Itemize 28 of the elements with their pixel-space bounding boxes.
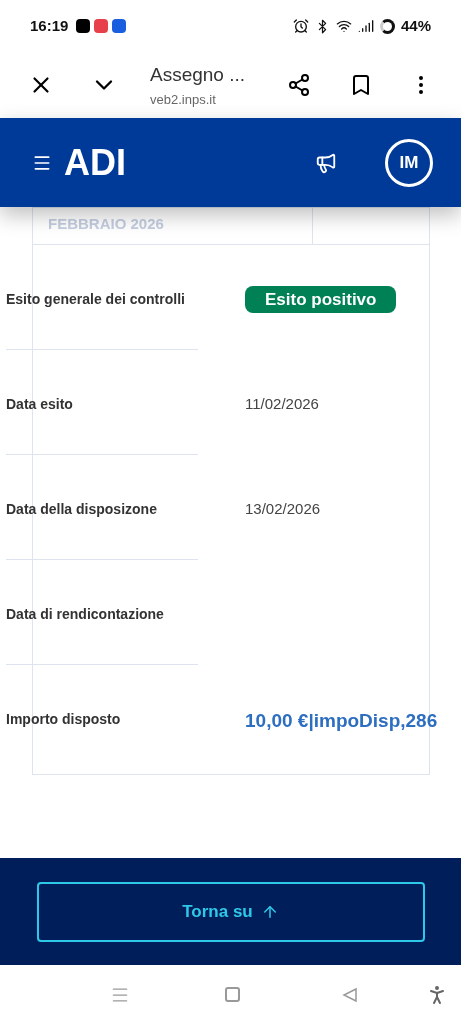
megaphone-icon[interactable] — [315, 151, 337, 174]
avatar[interactable]: IM — [385, 138, 433, 187]
back-icon[interactable] — [342, 986, 358, 1003]
amount-value: 10,00 €|impoDisp,286 — [245, 710, 438, 731]
app-title: ADI — [64, 140, 126, 185]
battery-level: 44% — [400, 15, 431, 36]
status-time: 16:19 — [30, 15, 69, 36]
status-badge: Esito positivo — [245, 286, 397, 313]
row-label: Data della disposizone — [6, 501, 157, 517]
page-title: Assegno ... — [150, 63, 246, 87]
battery-icon — [379, 18, 395, 34]
home-icon[interactable] — [225, 987, 240, 1002]
row-label: Data esito — [6, 396, 73, 412]
row-label: Esito generale dei controlli — [6, 291, 185, 307]
back-to-top-button[interactable]: Torna su — [36, 881, 425, 942]
share-icon[interactable] — [287, 73, 311, 97]
row-label: Importo disposto — [6, 711, 121, 727]
alarm-icon — [292, 18, 309, 34]
row-value: 13/02/2026 — [245, 500, 321, 517]
signal-icon — [357, 18, 374, 34]
page-url: veb2.inps.it — [150, 90, 217, 109]
app-icon — [76, 19, 91, 33]
row-label: Data di rendicontazione — [6, 606, 164, 622]
app-icon — [94, 19, 109, 33]
app-icon — [112, 19, 127, 33]
row-value: 11/02/2026 — [245, 395, 319, 412]
wifi-icon — [335, 18, 352, 34]
month-label: FEBBRAIO 2026 — [47, 214, 165, 234]
